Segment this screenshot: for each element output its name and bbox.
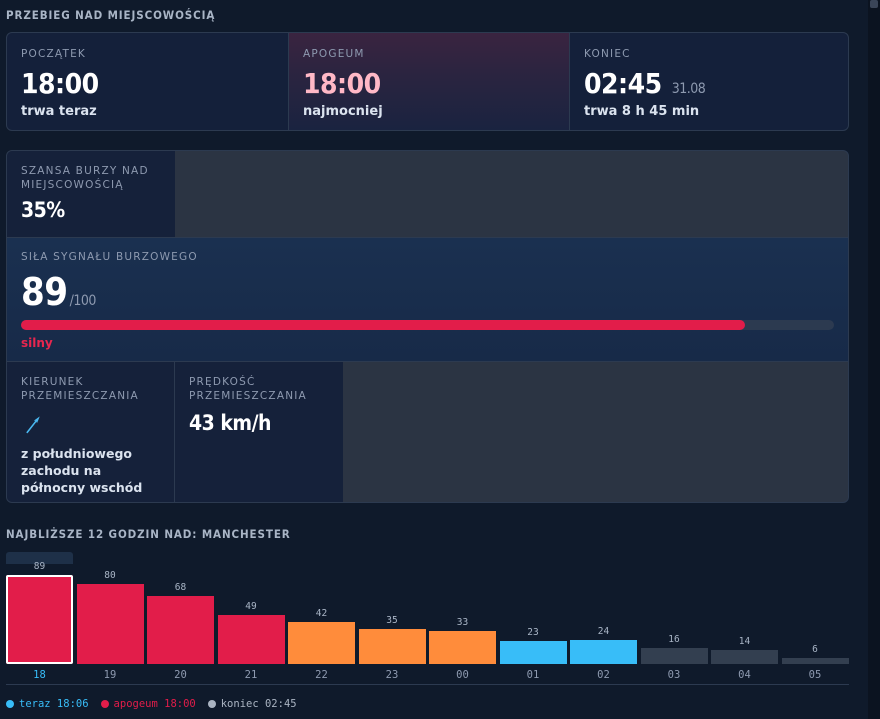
- direction-text: z południowego zachodu na północny wschó…: [21, 446, 143, 495]
- signal-max: /100: [69, 293, 97, 309]
- legend-text: apogeum 18:00: [113, 698, 196, 710]
- bar-value-label: 49: [245, 601, 257, 612]
- bar-value-label: 35: [386, 615, 398, 626]
- bar-hour-label: 23: [385, 669, 399, 681]
- peak-time: 18:00: [303, 67, 381, 100]
- bar-value-label: 89: [33, 561, 46, 572]
- arrow-northeast-icon: [26, 416, 40, 434]
- start-label: POCZĄTEK: [21, 48, 87, 60]
- overview-title: PRZEBIEG NAD MIEJSCOWOŚCIĄ: [6, 8, 216, 22]
- bar-value-label: 68: [174, 582, 187, 593]
- start-cell: POCZĄTEK 18:00 trwa teraz: [7, 33, 288, 130]
- start-time: 18:00: [21, 67, 99, 100]
- chance-cell: SZANSA BURZY NAD MIEJSCOWOŚCIĄ 35%: [7, 151, 175, 237]
- bar-hour-label: 04: [738, 669, 751, 681]
- chart-bar[interactable]: [288, 622, 355, 664]
- legend-dot-icon: [207, 700, 216, 708]
- signal-value: 89/100: [21, 270, 97, 314]
- chart-bar[interactable]: [570, 640, 637, 664]
- bar-hour-label: 21: [244, 669, 258, 681]
- chart-bar[interactable]: [781, 658, 849, 664]
- chart-bar[interactable]: [76, 584, 144, 664]
- end-date: 31.08: [671, 81, 706, 97]
- bar-value-label: 14: [738, 636, 751, 647]
- legend-dot-icon: [100, 700, 109, 708]
- chart-bar[interactable]: [6, 575, 73, 664]
- chart-legend: teraz 18:06 apogeum 18:00 koniec 02:45: [6, 698, 297, 710]
- end-label: KONIEC: [584, 48, 631, 60]
- storm-details-card: SZANSA BURZY NAD MIEJSCOWOŚCIĄ 35% SIŁA …: [6, 150, 849, 503]
- signal-label: SIŁA SYGNAŁU BURZOWEGO: [21, 251, 198, 263]
- bar-hour-label: 18: [33, 669, 46, 681]
- end-time: 02:45 31.08: [584, 67, 706, 100]
- bar-hour-label: 22: [315, 669, 328, 681]
- chart-bar[interactable]: [711, 650, 778, 664]
- chance-value: 35%: [21, 198, 65, 222]
- peak-note: najmocniej: [303, 104, 383, 119]
- timeline-card: POCZĄTEK 18:00 trwa teraz APOGEUM 18:00 …: [6, 32, 849, 131]
- end-note: trwa 8 h 45 min: [584, 104, 700, 119]
- bar-hour-label: 20: [174, 669, 187, 681]
- speed-value: 43 km/h: [189, 411, 271, 435]
- bar-value-label: 24: [597, 626, 610, 637]
- chart-bar[interactable]: [499, 641, 567, 664]
- legend-item: koniec 02:45: [207, 698, 297, 710]
- legend-text: koniec 02:45: [220, 698, 297, 710]
- chart-bar[interactable]: [147, 596, 214, 664]
- signal-cell: SIŁA SYGNAŁU BURZOWEGO 89/100 silny: [7, 237, 848, 362]
- peak-label: APOGEUM: [303, 48, 365, 60]
- chart-bar[interactable]: [640, 648, 708, 664]
- signal-level: silny: [21, 336, 53, 350]
- bar-hour-label: 00: [456, 669, 469, 681]
- bar-value-label: 16: [668, 634, 680, 645]
- bar-hour-label: 19: [103, 669, 117, 681]
- bar-value-label: 23: [527, 627, 539, 638]
- bar-value-label: 33: [456, 617, 469, 628]
- bar-value-label: 80: [104, 570, 116, 581]
- chart-baseline: [6, 684, 849, 685]
- legend-item: teraz 18:06: [6, 698, 89, 710]
- bar-hour-label: 01: [526, 669, 540, 681]
- direction-cell: KIERUNEK PRZEMIESZCZANIA z południowego …: [7, 362, 175, 502]
- hours-title: NAJBLIŻSZE 12 GODZIN NAD: MANCHESTER: [6, 527, 291, 541]
- hourly-chart: 89 18 80 19 68 20 49 21 42 22 35 23 33 00 23 01 24 02 16 03…: [0, 545, 880, 685]
- legend-dot-icon: [6, 700, 14, 708]
- direction-label: KIERUNEK PRZEMIESZCZANIA: [21, 376, 139, 402]
- speed-label: PRĘDKOŚĆ PRZEMIESZCZANIA: [189, 376, 307, 402]
- start-note: trwa teraz: [21, 104, 97, 119]
- signal-bar-fill: [21, 320, 745, 330]
- legend-text: teraz 18:06: [19, 698, 89, 710]
- bar-value-label: 6: [812, 644, 818, 655]
- bar-hour-label: 02: [597, 669, 610, 681]
- signal-bar: [21, 320, 834, 330]
- bar-hour-label: 05: [808, 669, 822, 681]
- chance-label: SZANSA BURZY NAD MIEJSCOWOŚCIĄ: [21, 165, 149, 191]
- speed-cell: PRĘDKOŚĆ PRZEMIESZCZANIA 43 km/h: [175, 362, 343, 502]
- chart-bar[interactable]: [358, 629, 426, 664]
- bar-value-label: 42: [315, 608, 328, 619]
- legend-item: apogeum 18:00: [100, 698, 196, 710]
- peak-cell: APOGEUM 18:00 najmocniej: [288, 33, 569, 130]
- chart-bar[interactable]: [429, 631, 496, 664]
- bar-hour-label: 03: [667, 669, 681, 681]
- chart-bar[interactable]: [217, 615, 285, 664]
- end-cell: KONIEC 02:45 31.08 trwa 8 h 45 min: [569, 33, 848, 130]
- scrollbar-thumb[interactable]: [870, 0, 878, 8]
